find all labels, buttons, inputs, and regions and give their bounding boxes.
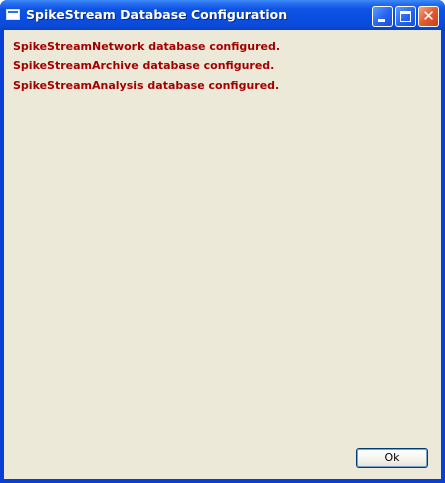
- minimize-button[interactable]: [372, 6, 393, 27]
- window-title: SpikeStream Database Configuration: [26, 7, 288, 22]
- maximize-icon: [400, 11, 411, 22]
- status-message-analysis: SpikeStreamAnalysis database configured.: [13, 79, 280, 92]
- maximize-button[interactable]: [395, 6, 416, 27]
- title-bar[interactable]: SpikeStream Database Configuration ✕: [0, 0, 445, 30]
- dialog-content: SpikeStreamNetwork database configured. …: [4, 30, 441, 479]
- window-icon[interactable]: [6, 9, 20, 20]
- ok-button[interactable]: Ok: [356, 448, 428, 468]
- status-message-archive: SpikeStreamArchive database configured.: [13, 59, 275, 72]
- close-icon: ✕: [422, 7, 435, 25]
- dialog-window: SpikeStream Database Configuration ✕ Spi…: [0, 0, 445, 483]
- minimize-icon: [378, 19, 385, 22]
- close-button[interactable]: ✕: [418, 6, 439, 27]
- status-message-network: SpikeStreamNetwork database configured.: [13, 40, 281, 53]
